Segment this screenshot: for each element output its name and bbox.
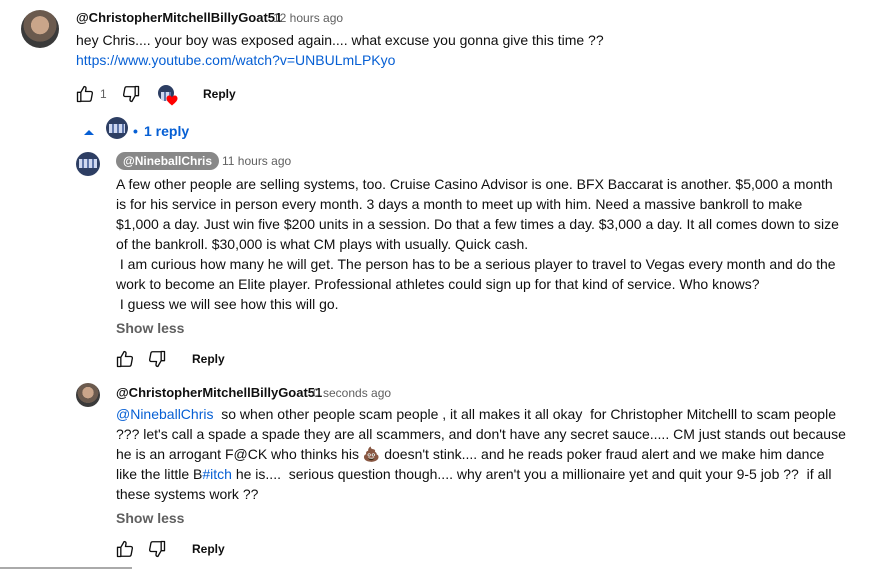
- like-icon[interactable]: [74, 84, 96, 104]
- reply-text: @NineballChris so when other people scam…: [116, 404, 846, 504]
- reply-button[interactable]: Reply: [192, 352, 225, 366]
- reply-author-name[interactable]: @ChristopherMitchellBillyGoat51: [116, 385, 322, 400]
- like-icon[interactable]: [114, 349, 136, 369]
- show-less-button[interactable]: Show less: [116, 510, 184, 526]
- comment-author-name[interactable]: @ChristopherMitchellBillyGoat51: [76, 10, 282, 25]
- reply-button[interactable]: Reply: [192, 542, 225, 556]
- scrollbar-hint: [0, 567, 132, 569]
- replies-bullet[interactable]: •: [133, 123, 138, 139]
- collapse-arrow-icon[interactable]: [83, 124, 95, 135]
- reply-author-avatar[interactable]: [76, 383, 100, 407]
- reply-paragraph: I am curious how many he will get. The p…: [116, 256, 840, 292]
- replies-toggle-button[interactable]: 1 reply: [144, 123, 189, 139]
- poop-emoji: 💩: [362, 446, 381, 462]
- reply-author-badge[interactable]: @NineballChris: [116, 152, 220, 170]
- reply-author-avatar[interactable]: [76, 152, 100, 176]
- reply-paragraph: I guess we will see how this will go.: [116, 296, 339, 312]
- heart-icon: [166, 93, 178, 106]
- show-less-button[interactable]: Show less: [116, 320, 184, 336]
- reply-timestamp[interactable]: 0 seconds ago: [313, 386, 391, 400]
- dislike-icon[interactable]: [146, 539, 168, 559]
- dislike-icon[interactable]: [146, 349, 168, 369]
- dislike-icon[interactable]: [120, 84, 142, 104]
- comment-timestamp[interactable]: 12 hours ago: [273, 11, 343, 25]
- hashtag-link[interactable]: #itch: [202, 466, 232, 482]
- replies-avatar: [106, 117, 128, 139]
- comment-author-avatar[interactable]: [21, 10, 59, 48]
- reply-button[interactable]: Reply: [203, 87, 236, 101]
- reply-text: A few other people are selling systems, …: [116, 174, 846, 314]
- like-icon[interactable]: [114, 539, 136, 559]
- comment-video-link[interactable]: https://www.youtube.com/watch?v=UNBULmLP…: [76, 50, 395, 70]
- reply-timestamp[interactable]: 11 hours ago: [222, 154, 291, 168]
- mention-link[interactable]: @NineballChris: [116, 406, 213, 422]
- comment-text: hey Chris.... your boy was exposed again…: [76, 32, 604, 48]
- like-count: 1: [100, 87, 107, 101]
- reply-paragraph: A few other people are selling systems, …: [116, 176, 843, 252]
